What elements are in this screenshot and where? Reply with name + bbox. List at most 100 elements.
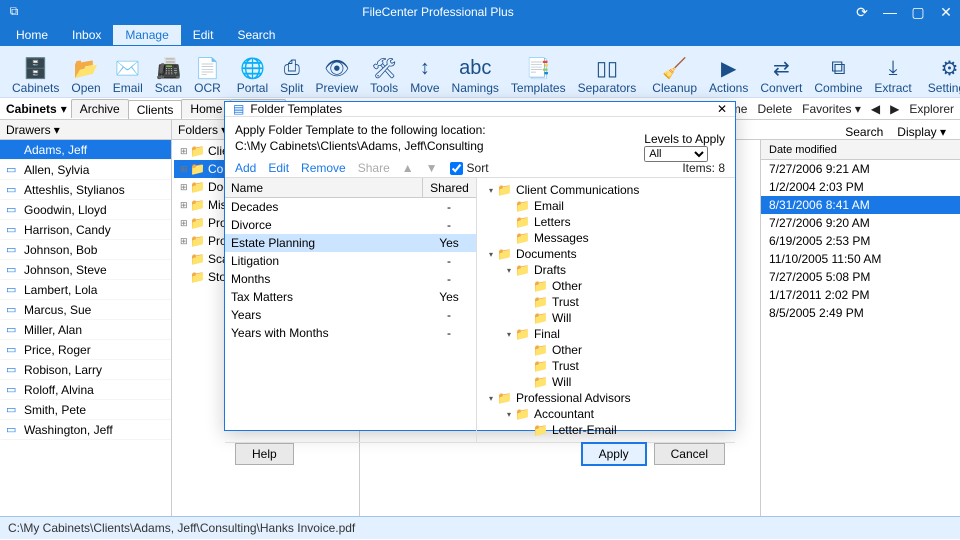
tree-expand-icon[interactable]: ▾ <box>485 186 497 195</box>
col-shared[interactable]: Shared <box>422 178 476 197</box>
menu-search[interactable]: Search <box>225 25 287 45</box>
apply-button[interactable]: Apply <box>582 443 646 465</box>
tool-tools[interactable]: 🛠Tools <box>364 55 404 95</box>
move-down-icon[interactable]: ▼ <box>426 161 438 175</box>
tree-expand-icon[interactable]: ▾ <box>503 410 515 419</box>
add-link[interactable]: Add <box>235 161 256 175</box>
expand-icon[interactable]: ⊞ <box>180 182 190 193</box>
tree-node[interactable]: 📁Will <box>479 310 733 326</box>
drawer-item[interactable]: ▭Atteshlis, Stylianos <box>0 180 171 200</box>
expand-icon[interactable]: ⊞ <box>180 236 190 247</box>
maximize-icon[interactable]: ▢ <box>904 4 932 21</box>
drawer-item[interactable]: ▭Adams, Jeff <box>0 140 171 160</box>
tree-expand-icon[interactable]: ▾ <box>503 266 515 275</box>
drawer-item[interactable]: ▭Robison, Larry <box>0 360 171 380</box>
cancel-button[interactable]: Cancel <box>654 443 725 465</box>
levels-select[interactable]: All <box>644 146 708 162</box>
template-row[interactable]: Years- <box>225 306 476 324</box>
cabinets-dropdown-icon[interactable]: ▾ <box>61 102 67 116</box>
date-row[interactable]: 8/31/2006 8:41 AM <box>761 196 960 214</box>
tab-archive[interactable]: Archive <box>71 99 129 118</box>
date-row[interactable]: 7/27/2006 9:21 AM <box>761 160 960 178</box>
tool-preview[interactable]: 👁Preview <box>309 55 364 95</box>
expand-icon[interactable]: ⊞ <box>180 200 190 211</box>
help-button[interactable]: Help <box>235 443 294 465</box>
tree-node[interactable]: 📁Other <box>479 342 733 358</box>
drawer-item[interactable]: ▭Price, Roger <box>0 340 171 360</box>
tree-node[interactable]: ▾📁Client Communications <box>479 182 733 198</box>
date-modified-header[interactable]: Date modified <box>761 140 960 160</box>
template-row[interactable]: Tax MattersYes <box>225 288 476 306</box>
tree-node[interactable]: 📁Trust <box>479 294 733 310</box>
tree-node[interactable]: 📁Trust <box>479 358 733 374</box>
tool-separators[interactable]: ▯▯Separators <box>572 55 643 95</box>
drawer-item[interactable]: ▭Goodwin, Lloyd <box>0 200 171 220</box>
drawer-item[interactable]: ▭Johnson, Steve <box>0 260 171 280</box>
display-dropdown[interactable]: Display ▾ <box>897 125 946 139</box>
move-up-icon[interactable]: ▲ <box>402 161 414 175</box>
drawer-item[interactable]: ▭Smith, Pete <box>0 400 171 420</box>
tool-combine[interactable]: ⧉Combine <box>808 55 868 95</box>
tree-node[interactable]: 📁Email <box>479 198 733 214</box>
restore-down-icon[interactable]: ⧉ <box>4 4 24 20</box>
sort-checkbox[interactable] <box>450 162 463 175</box>
tool-convert[interactable]: ⇄Convert <box>754 55 808 95</box>
tool-open[interactable]: 📂Open <box>65 55 106 95</box>
date-row[interactable]: 6/19/2005 2:53 PM <box>761 232 960 250</box>
nav-fwd-icon[interactable]: ▶ <box>890 102 899 116</box>
tool-settings[interactable]: ⚙Settings <box>922 55 960 95</box>
tool-cleanup[interactable]: 🧹Cleanup <box>646 55 703 95</box>
tool-extract[interactable]: ⤓Extract <box>868 55 917 95</box>
tool-ocr[interactable]: 📄OCR <box>188 55 227 95</box>
tree-node[interactable]: ▾📁Professional Advisors <box>479 390 733 406</box>
tree-node[interactable]: ▾📁Accountant <box>479 406 733 422</box>
drawer-item[interactable]: ▭Johnson, Bob <box>0 240 171 260</box>
favorites-dropdown[interactable]: Favorites ▾ <box>802 102 861 116</box>
expand-icon[interactable]: ⊞ <box>180 164 190 175</box>
edit-link[interactable]: Edit <box>268 161 289 175</box>
tool-namings[interactable]: abcNamings <box>446 55 505 95</box>
menu-edit[interactable]: Edit <box>181 25 226 45</box>
delete-button[interactable]: Delete <box>757 102 792 116</box>
drawer-item[interactable]: ▭Washington, Jeff <box>0 420 171 440</box>
tool-email[interactable]: ✉️Email <box>107 55 149 95</box>
tool-actions[interactable]: ▶Actions <box>703 55 754 95</box>
drawer-item[interactable]: ▭Allen, Sylvia <box>0 160 171 180</box>
tool-scan[interactable]: 📠Scan <box>149 55 188 95</box>
tab-clients[interactable]: Clients <box>128 100 183 119</box>
drawer-item[interactable]: ▭Miller, Alan <box>0 320 171 340</box>
drawer-item[interactable]: ▭Roloff, Alvina <box>0 380 171 400</box>
tree-node[interactable]: ▾📁Drafts <box>479 262 733 278</box>
date-row[interactable]: 7/27/2005 5:08 PM <box>761 268 960 286</box>
drawer-item[interactable]: ▭Marcus, Sue <box>0 300 171 320</box>
template-row[interactable]: Estate PlanningYes <box>225 234 476 252</box>
tree-expand-icon[interactable]: ▾ <box>485 394 497 403</box>
tool-portal[interactable]: 🌐Portal <box>231 55 274 95</box>
date-row[interactable]: 1/17/2011 2:02 PM <box>761 286 960 304</box>
tree-node[interactable]: 📁Messages <box>479 230 733 246</box>
expand-icon[interactable]: ⊞ <box>180 218 190 229</box>
date-row[interactable]: 11/10/2005 11:50 AM <box>761 250 960 268</box>
date-row[interactable]: 1/2/2004 2:03 PM <box>761 178 960 196</box>
tree-node[interactable]: 📁Letters <box>479 214 733 230</box>
col-name[interactable]: Name <box>225 178 422 197</box>
tool-templates[interactable]: 📑Templates <box>505 55 572 95</box>
drawer-item[interactable]: ▭Harrison, Candy <box>0 220 171 240</box>
tree-expand-icon[interactable]: ▾ <box>485 250 497 259</box>
drawer-item[interactable]: ▭Lambert, Lola <box>0 280 171 300</box>
share-link[interactable]: Share <box>358 161 390 175</box>
template-row[interactable]: Divorce- <box>225 216 476 234</box>
date-row[interactable]: 7/27/2006 9:20 AM <box>761 214 960 232</box>
expand-icon[interactable]: ⊞ <box>180 146 190 157</box>
search-tab[interactable]: Search <box>845 125 883 139</box>
close-icon[interactable]: ✕ <box>932 4 960 21</box>
date-row[interactable]: 8/5/2005 2:49 PM <box>761 304 960 322</box>
template-row[interactable]: Litigation- <box>225 252 476 270</box>
tree-node[interactable]: ▾📁Final <box>479 326 733 342</box>
tool-cabinets[interactable]: 🗄️Cabinets <box>6 55 65 95</box>
tree-node[interactable]: ▾📁Documents <box>479 246 733 262</box>
remove-link[interactable]: Remove <box>301 161 346 175</box>
menu-inbox[interactable]: Inbox <box>60 25 113 45</box>
minimize-icon[interactable]: — <box>876 4 904 21</box>
drawers-dropdown-icon[interactable]: ▾ <box>54 123 60 137</box>
